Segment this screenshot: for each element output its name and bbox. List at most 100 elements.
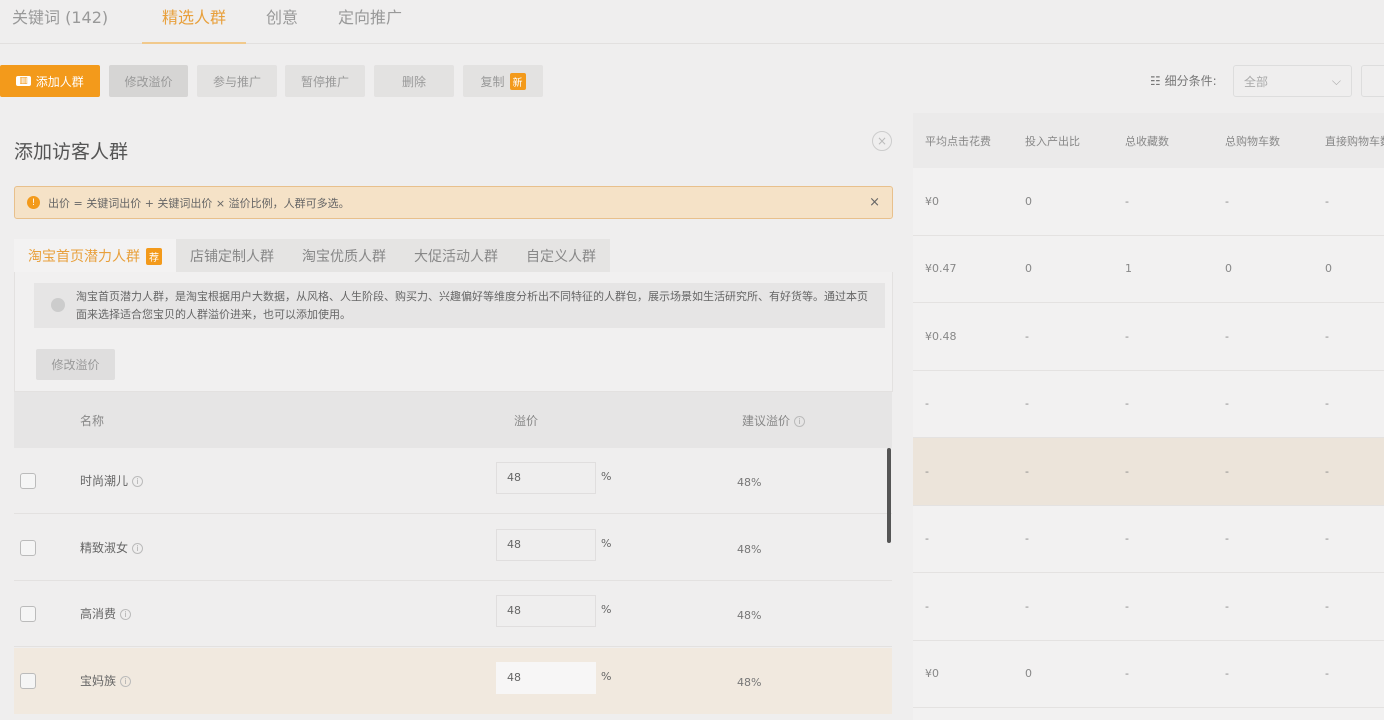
tab-targeting[interactable]: 定向推广 [338,4,402,28]
tab-selected-audience[interactable]: 精选人群 [162,4,226,28]
audience-name-text: 高消费 [80,607,117,621]
table-cell: - [1225,532,1229,546]
tab-creative[interactable]: 创意 [266,4,298,28]
chevron-down-icon: ⌵ [1331,73,1341,88]
table-cell: - [1125,194,1129,208]
audience-name: 高消费 i [80,605,132,622]
table-row: 时尚潮儿 i 48% 48% [14,448,892,514]
table-cell: - [1025,329,1029,343]
table-header: 名称 溢价 建议溢价 i [14,392,892,448]
table-row: ----- [913,371,1384,438]
description-text: 淘宝首页潜力人群，是淘宝根据用户大数据，从风格、人生阶段、购买力、兴趣偏好等维度… [76,290,868,321]
audience-icon: ▥ [16,76,31,86]
tab-audience-2[interactable]: 淘宝优质人群 [288,239,400,273]
row-checkbox[interactable] [20,672,36,689]
percent-unit: % [601,603,612,616]
table-cell: - [1325,532,1329,546]
suggested-premium: 48% [737,609,762,622]
table-cell: 0 [1225,262,1232,276]
audience-name-text: 精致淑女 [80,540,129,555]
table-cell: - [1325,599,1329,613]
tab-label: 自定义人群 [526,249,596,265]
table-cell: ¥0 [925,194,939,208]
percent-unit: % [601,669,612,683]
top-tabs: 关键词 (142) 精选人群 创意 定向推广 [0,0,1384,44]
settings-button[interactable] [1361,65,1384,97]
table-row: ¥0 0 - - - [913,168,1384,236]
tab-audience-4[interactable]: 自定义人群 [512,239,610,273]
suggested-premium: 48% [737,542,762,556]
data-table: 平均点击花费投入产出比总收藏数总购物车数直接购物车数 ¥0 0 - - - ¥0.47 0 1… [913,113,1384,720]
tab-audience-1[interactable]: 店铺定制人群 [176,239,288,273]
info-icon[interactable]: i [132,542,144,554]
premium-input[interactable]: 48 [496,462,596,494]
column-suggested: 建议溢价 i [742,412,806,429]
table-cell: - [1025,464,1029,478]
button-label: 复制 [480,74,505,89]
table-cell: - [925,464,929,478]
table-row: 宝妈族 i 48% 48% [14,647,892,714]
table-cell: ¥0.48 [925,329,957,343]
tab-audience-3[interactable]: 大促活动人群 [400,239,512,273]
table-cell: - [1325,397,1329,411]
table-cell: - [1125,532,1129,546]
join-promotion-button[interactable]: 参与推广 [197,65,277,97]
column-header[interactable]: 直接购物车数 [1313,133,1384,149]
scrollbar[interactable] [887,448,891,543]
table-row: ¥0 0 - - - [913,641,1384,708]
modify-premium-button[interactable]: 修改溢价 [36,349,115,380]
info-icon[interactable]: i [120,675,132,687]
info-icon[interactable]: i [120,609,132,620]
column-header[interactable]: 总购物车数 [1213,133,1313,149]
alert-text: 出价 = 关键词出价 + 关键词出价 × 溢价比例，人群可多选。 [48,196,350,210]
audience-name: 宝妈族 i [80,672,132,689]
filter-label-text: 细分条件: [1164,74,1217,88]
add-audience-button[interactable]: ▥ 添加人群 [0,65,100,97]
table-cell: 0 [1025,262,1032,276]
button-label: 添加人群 [35,74,84,89]
radio-button[interactable] [51,298,65,312]
column-name: 名称 [80,414,105,428]
table-cell: - [1125,599,1129,613]
table-cell: - [1225,329,1229,343]
recommend-badge: 荐 [146,247,162,265]
close-icon[interactable]: × [872,131,892,151]
table-cell: - [1225,599,1229,613]
panel-title: 添加访客人群 [14,141,129,163]
filter-value: 全部 [1244,74,1269,89]
percent-unit: % [601,536,612,550]
table-cell: - [1125,667,1129,681]
column-header[interactable]: 平均点击花费 [913,133,1013,149]
tab-label: 大促活动人群 [414,249,498,265]
warning-icon: ! [27,196,40,209]
audience-description: 淘宝首页潜力人群，是淘宝根据用户大数据，从风格、人生阶段、购买力、兴趣偏好等维度… [34,283,885,328]
column-header[interactable]: 总收藏数 [1113,133,1213,149]
premium-input[interactable]: 48 [496,528,596,561]
copy-button[interactable]: 复制新 [463,65,543,97]
premium-input[interactable]: 48 [496,661,596,694]
table-row: ----- [913,573,1384,641]
table-cell: - [1025,599,1029,613]
table-row: 高消费 i 48% 48% [14,581,892,647]
delete-button[interactable]: 删除 [374,65,454,97]
table-cell: - [1325,329,1329,343]
pause-promotion-button[interactable]: 暂停推广 [285,65,365,97]
table-cell: - [925,599,929,613]
table-cell: - [1225,194,1229,208]
info-icon[interactable]: i [132,476,144,487]
audience-name-text: 时尚潮儿 [80,474,129,488]
row-checkbox[interactable] [20,539,36,556]
filter-select[interactable]: 全部 ⌵ [1233,65,1352,97]
premium-input[interactable]: 48 [496,595,596,627]
tab-keywords[interactable]: 关键词 (142) [12,4,108,28]
table-cell: - [1125,397,1129,411]
table-cell: - [1125,329,1129,343]
column-header[interactable]: 投入产出比 [1013,133,1113,149]
table-cell: - [1225,667,1229,681]
tab-label: 淘宝首页潜力人群 [28,249,140,265]
tab-audience-0[interactable]: 淘宝首页潜力人群荐 [14,239,176,273]
alert-close-icon[interactable]: × [869,195,880,210]
row-checkbox[interactable] [20,473,36,489]
modify-premium-button[interactable]: 修改溢价 [109,65,188,97]
row-checkbox[interactable] [20,606,36,622]
